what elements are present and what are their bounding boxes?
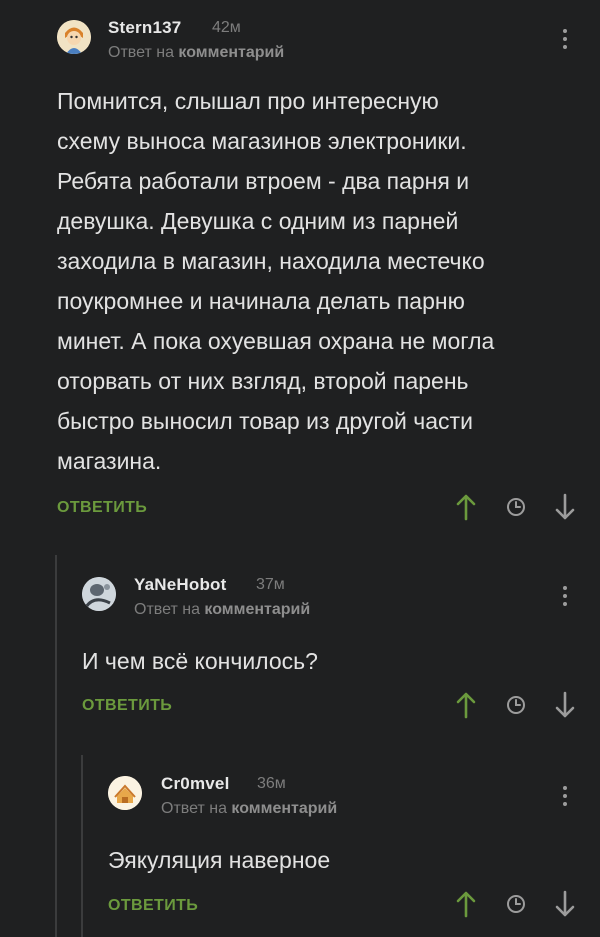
reply-to-label: Ответ на комментарий [108,44,284,62]
reply-to-prefix: Ответ на [134,601,200,618]
comment-3: Cr0mvel 36м Ответ на комментарий Эякуляц… [0,760,600,937]
comment-time: 36м [257,775,286,792]
comment-text: И чем всё кончилось? [82,648,318,674]
comment-2: YaNeHobot 37м Ответ на комментарий И чем… [0,560,600,740]
reply-button[interactable]: ОТВЕТИТЬ [82,697,172,715]
more-vertical-icon[interactable] [553,581,577,611]
username[interactable]: Cr0mvel [161,774,230,794]
avatar[interactable] [108,776,142,810]
reply-to-label: Ответ на комментарий [134,601,310,619]
upvote-arrow-icon[interactable] [453,889,479,919]
avatar[interactable] [57,20,91,54]
upvote-arrow-icon[interactable] [453,690,479,720]
clock-icon[interactable] [503,889,529,919]
username[interactable]: Stern137 [108,18,181,38]
reply-to-prefix: Ответ на [161,800,227,817]
clock-icon[interactable] [503,690,529,720]
reply-to-link[interactable]: комментарий [231,800,337,817]
more-vertical-icon[interactable] [553,781,577,811]
more-vertical-icon[interactable] [553,24,577,54]
downvote-arrow-icon[interactable] [552,690,578,720]
downvote-arrow-icon[interactable] [552,492,578,522]
comment-1: Stern137 42м Ответ на комментарий Помнит… [0,0,600,540]
comment-time: 37м [256,576,285,593]
username[interactable]: YaNeHobot [134,575,226,595]
clock-icon[interactable] [503,492,529,522]
reply-button[interactable]: ОТВЕТИТЬ [108,897,198,915]
reply-to-label: Ответ на комментарий [161,800,337,818]
reply-to-link[interactable]: комментарий [204,601,310,618]
reply-to-prefix: Ответ на [108,44,174,61]
comment-text: Эякуляция наверное [108,847,331,873]
comment-time: 42м [212,19,241,36]
avatar[interactable] [82,577,116,611]
comment-text: Помнится, слышал про интересную схему вы… [57,88,495,474]
downvote-arrow-icon[interactable] [552,889,578,919]
reply-button[interactable]: ОТВЕТИТЬ [57,499,147,517]
upvote-arrow-icon[interactable] [453,492,479,522]
reply-to-link[interactable]: комментарий [178,44,284,61]
